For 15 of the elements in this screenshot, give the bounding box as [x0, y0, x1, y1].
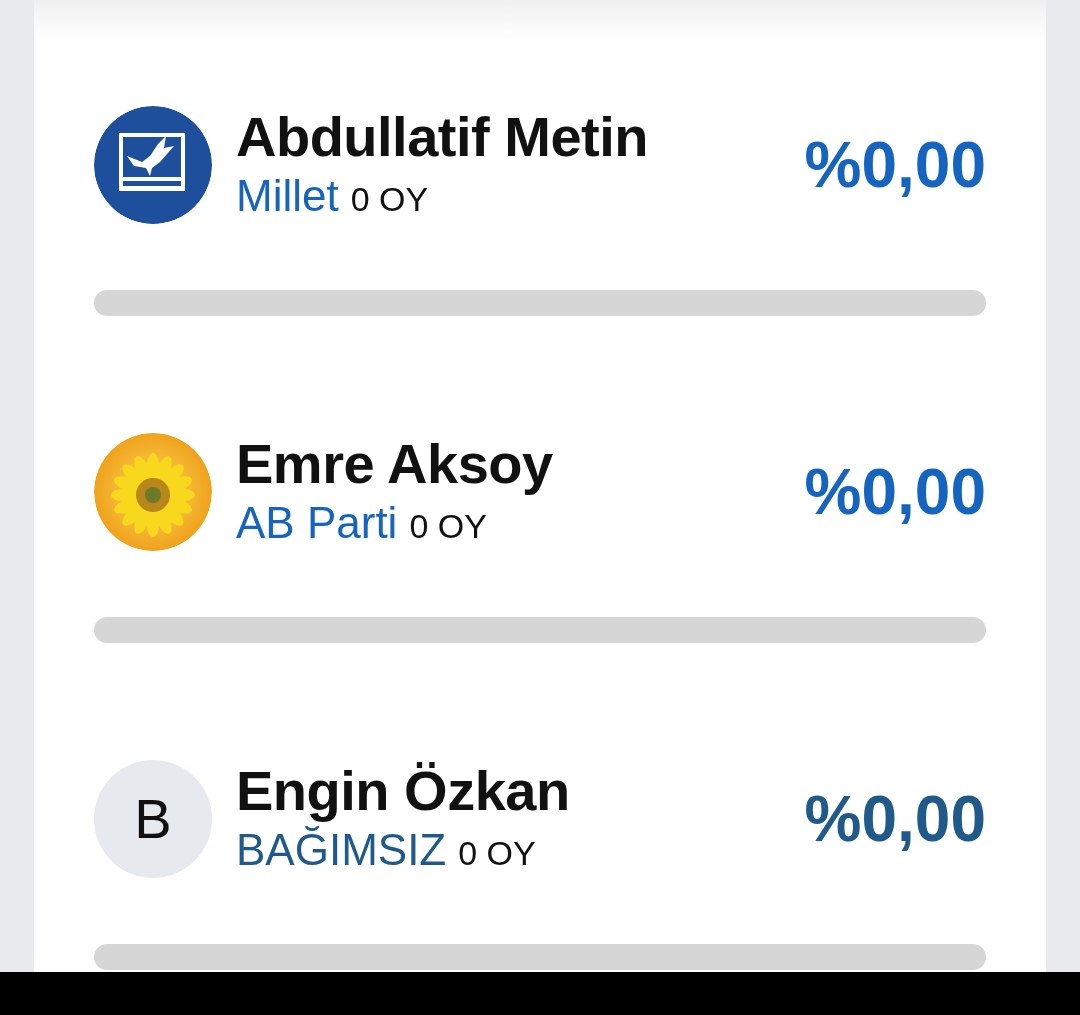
- vote-count: 0 OY: [350, 178, 429, 220]
- vote-count: 0 OY: [458, 832, 536, 874]
- avatar-initial: B: [94, 760, 212, 878]
- vote-percentage: %0,00: [804, 455, 986, 530]
- vote-percentage: %0,00: [804, 782, 986, 857]
- candidate-name: Engin Özkan: [236, 759, 571, 822]
- eagle-logo-icon: [94, 106, 212, 224]
- vote-count: 0 OY: [409, 505, 487, 547]
- sunflower-logo-icon: [94, 433, 212, 551]
- candidate-name: Emre Aksoy: [236, 432, 554, 495]
- party-name: AB Parti: [236, 496, 398, 549]
- candidate-name: Abdullatif Metin: [236, 105, 649, 168]
- party-name: Millet: [236, 169, 339, 222]
- vote-percentage: %0,00: [804, 128, 986, 203]
- party-name: BAĞIMSIZ: [236, 823, 447, 876]
